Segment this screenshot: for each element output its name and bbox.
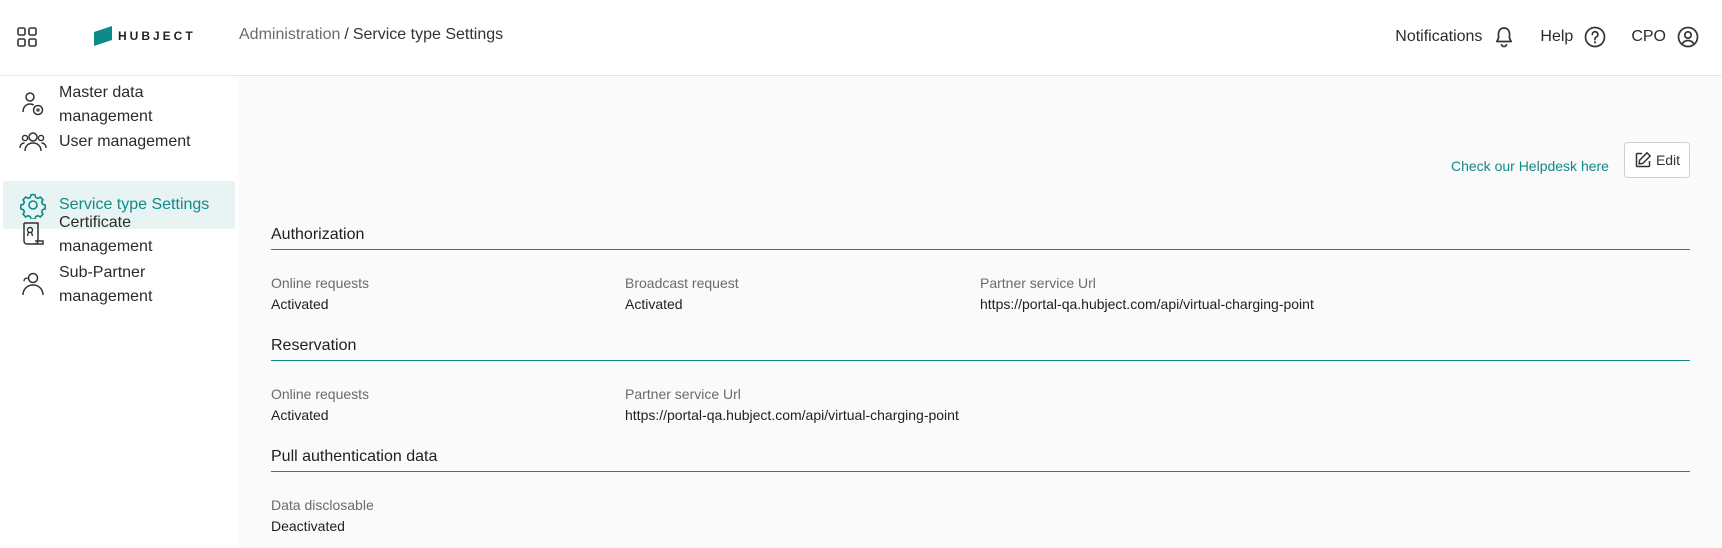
sidebar-label-certificate-1: Certificate (59, 214, 132, 231)
sidebar-label-sub-partner-2: management (59, 288, 153, 305)
users-icon (19, 132, 47, 152)
help-label: Help (1540, 28, 1574, 45)
field-label: Online requests (271, 386, 370, 402)
sidebar-item-sub-partner-management[interactable]: Sub-Partner management (3, 259, 235, 309)
edit-icon (1635, 152, 1651, 168)
field-value: Activated (271, 296, 329, 312)
sidebar-item-user-management[interactable]: User management (3, 128, 235, 156)
field-label: Partner service Url (980, 275, 1096, 291)
edit-button-label: Edit (1655, 152, 1681, 168)
bell-icon (1496, 27, 1513, 48)
user-avatar-icon (1677, 26, 1699, 48)
section-divider (271, 249, 1690, 250)
edit-button[interactable]: Edit (1624, 142, 1690, 178)
sidebar-label-user-management: User management (59, 133, 191, 150)
user-menu-button[interactable]: CPO (1631, 25, 1700, 49)
logo-mark-icon (94, 26, 112, 46)
section-title-reservation: Reservation (271, 337, 357, 354)
main-content: Check our Helpdesk here Edit Authorizati… (239, 77, 1722, 548)
sidebar-item-certificate-management[interactable]: Certificate management (3, 209, 235, 259)
sidebar-label-master-data-1: Master data (59, 84, 144, 101)
sidebar-label-master-data-2: management (59, 108, 153, 125)
top-header: HUBJECT Administration / Service type Sett… (0, 0, 1722, 76)
help-button[interactable]: Help (1540, 25, 1607, 49)
logo-text: HUBJECT (118, 29, 196, 43)
field-label: Partner service Url (625, 386, 741, 402)
header-actions: Notifications Help CPO (1395, 22, 1700, 52)
section-title-pull-authentication-data: Pull authentication data (271, 448, 438, 465)
certificate-icon (23, 222, 44, 245)
section-divider (271, 360, 1690, 361)
field-value: https://portal-qa.hubject.com/api/virtua… (625, 407, 959, 423)
sidebar-label-certificate-2: management (59, 238, 153, 255)
breadcrumb-current: Service type Settings (352, 26, 504, 43)
help-circle-icon (1584, 26, 1606, 48)
field-value: https://portal-qa.hubject.com/api/virtua… (980, 296, 1314, 312)
breadcrumb-administration[interactable]: Administration (239, 26, 340, 43)
master-data-icon (22, 92, 44, 116)
field-label: Online requests (271, 275, 370, 291)
field-value: Activated (271, 407, 329, 423)
section-divider (271, 471, 1690, 472)
field-label: Data disclosable (271, 497, 374, 513)
apps-grid-icon[interactable] (17, 27, 37, 47)
field-label: Broadcast request (625, 275, 739, 291)
notifications-button[interactable]: Notifications (1395, 25, 1516, 49)
sidebar-item-master-data[interactable]: Master data management (3, 79, 235, 129)
breadcrumb: Administration / Service type Settings (239, 26, 503, 44)
helpdesk-link[interactable]: Check our Helpdesk here (1451, 158, 1609, 174)
field-value: Activated (625, 296, 683, 312)
sidebar-label-sub-partner-1: Sub-Partner (59, 264, 146, 281)
user-label: CPO (1631, 28, 1666, 45)
section-title-authorization: Authorization (271, 226, 365, 243)
breadcrumb-separator: / (344, 26, 349, 43)
notifications-label: Notifications (1395, 28, 1483, 45)
sub-partner-icon (22, 272, 44, 296)
hubject-logo[interactable]: HUBJECT (94, 26, 196, 46)
field-value: Deactivated (271, 518, 345, 534)
sidebar: Master data management User management S… (0, 77, 238, 548)
